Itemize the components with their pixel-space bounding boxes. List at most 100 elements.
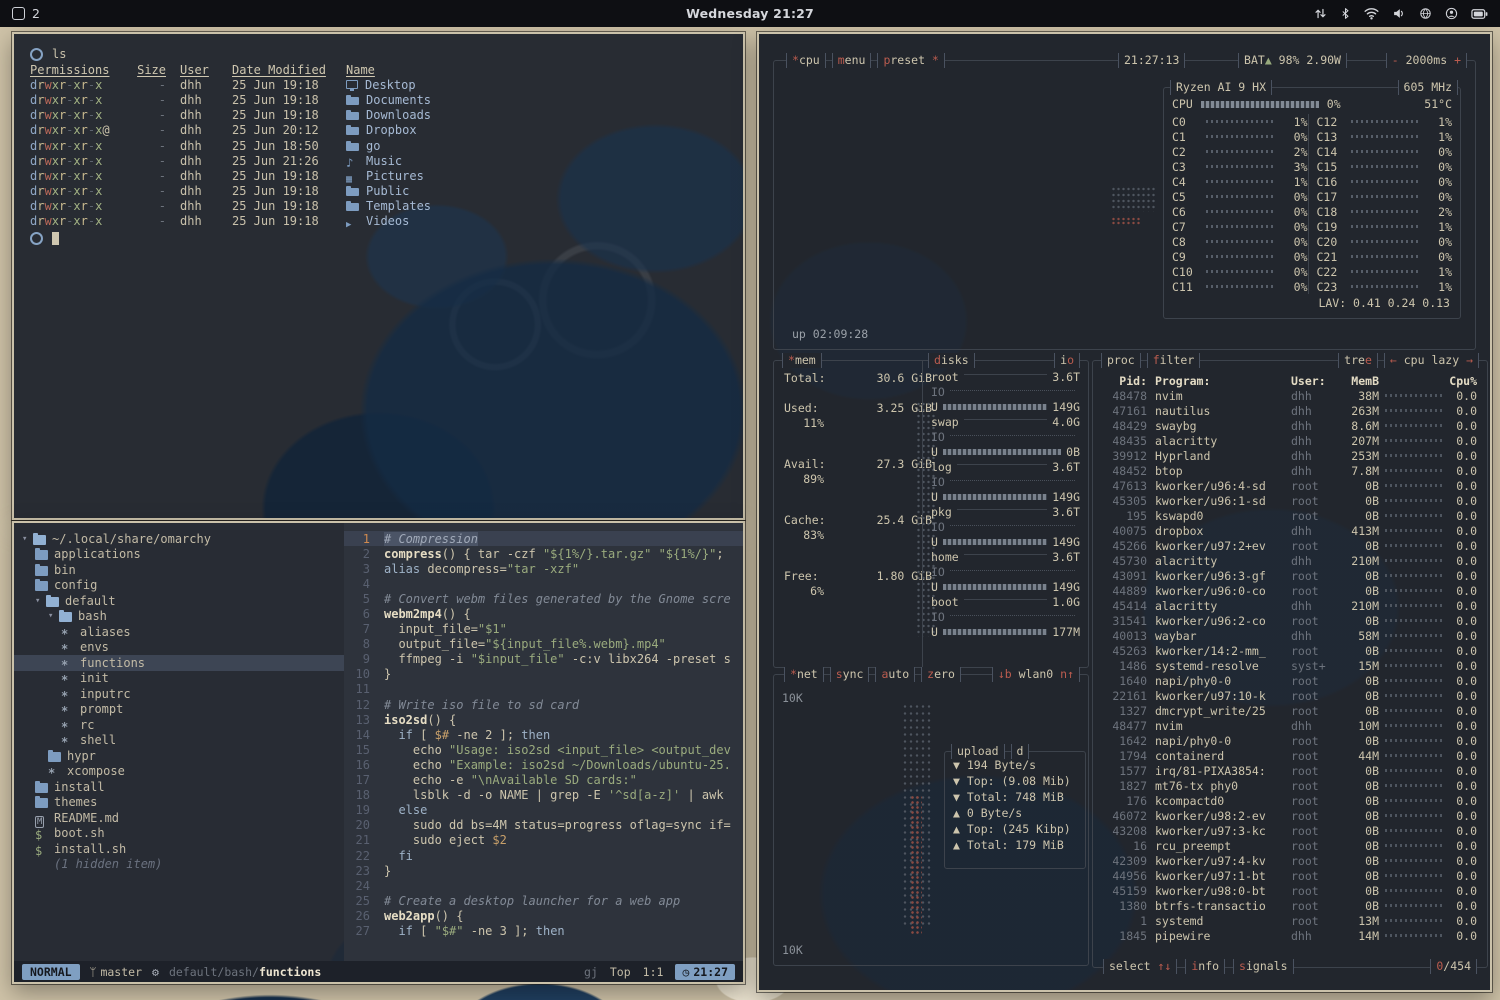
process-row[interactable]: 46072 kworker/u98:2-ev root 0B 0.0: [1093, 808, 1487, 823]
directory-link[interactable]: Public: [346, 184, 727, 198]
process-row[interactable]: 45730 alacritty dhh 210M 0.0: [1093, 553, 1487, 568]
user-icon[interactable]: [1445, 7, 1458, 20]
directory-link[interactable]: Pictures: [346, 169, 727, 183]
tab-net[interactable]: *net: [784, 667, 824, 682]
process-row[interactable]: 1486 systemd-resolve syst+ 15M 0.0: [1093, 658, 1487, 673]
process-row[interactable]: 47161 nautilus dhh 263M 0.0: [1093, 403, 1487, 418]
process-row[interactable]: 40013 waybar dhh 58M 0.0: [1093, 628, 1487, 643]
tree-item[interactable]: aliases: [14, 624, 344, 640]
terminal-window[interactable]: ls Permissions Size User Date Modified N…: [12, 32, 745, 520]
menu-button[interactable]: menu: [832, 53, 872, 68]
proc-info-button[interactable]: info: [1185, 959, 1225, 974]
process-row[interactable]: 1380 btrfs-transactio root 0B 0.0: [1093, 898, 1487, 913]
process-row[interactable]: 42309 kworker/u97:4-kv root 0B 0.0: [1093, 853, 1487, 868]
process-row[interactable]: 39912 Hyprland dhh 253M 0.0: [1093, 448, 1487, 463]
tree-item[interactable]: ~/.local/share/omarchy: [14, 531, 344, 547]
process-row[interactable]: 48452 btop dhh 7.8M 0.0: [1093, 463, 1487, 478]
directory-link[interactable]: go: [346, 139, 727, 153]
col-pid[interactable]: Pid:: [1103, 374, 1147, 388]
process-row[interactable]: 48477 nvim dhh 10M 0.0: [1093, 718, 1487, 733]
volume-icon[interactable]: [1392, 7, 1406, 20]
process-row[interactable]: 43091 kworker/u96:3-gf root 0B 0.0: [1093, 568, 1487, 583]
updates-icon[interactable]: [1314, 7, 1327, 20]
process-row[interactable]: 176 kcompactd0 root 0B 0.0: [1093, 793, 1487, 808]
tree-item[interactable]: applications: [14, 547, 344, 563]
process-row[interactable]: 31541 kworker/u96:2-co root 0B 0.0: [1093, 613, 1487, 628]
process-row[interactable]: 22161 kworker/u97:10-k root 0B 0.0: [1093, 688, 1487, 703]
directory-link[interactable]: Music: [346, 154, 727, 168]
process-row[interactable]: 48429 swaybg dhh 8.6M 0.0: [1093, 418, 1487, 433]
process-row[interactable]: 43208 kworker/u97:3-kc root 0B 0.0: [1093, 823, 1487, 838]
tree-item[interactable]: init: [14, 671, 344, 687]
tree-item[interactable]: themes: [14, 795, 344, 811]
tree-item[interactable]: install: [14, 779, 344, 795]
process-row[interactable]: 1845 pipewire dhh 14M 0.0: [1093, 928, 1487, 943]
process-row[interactable]: 1640 napi/phy0-0 root 0B 0.0: [1093, 673, 1487, 688]
process-row[interactable]: 1642 napi/phy0-0 root 0B 0.0: [1093, 733, 1487, 748]
process-row[interactable]: 47613 kworker/u96:4-sd root 0B 0.0: [1093, 478, 1487, 493]
col-user[interactable]: User:: [1291, 374, 1337, 388]
bluetooth-icon[interactable]: [1340, 7, 1351, 20]
col-program[interactable]: Program:: [1147, 374, 1291, 388]
tree-item[interactable]: (1 hidden item): [14, 857, 344, 873]
tree-item[interactable]: shell: [14, 733, 344, 749]
net-upload-tab[interactable]: upload: [951, 744, 1005, 759]
directory-link[interactable]: Dropbox: [346, 123, 727, 137]
clock[interactable]: Wednesday 21:27: [0, 6, 1500, 21]
battery-icon[interactable]: [1471, 8, 1488, 20]
process-row[interactable]: 45266 kworker/u97:2+ev root 0B 0.0: [1093, 538, 1487, 553]
tab-cpu[interactable]: *cpu: [786, 53, 826, 68]
refresh-interval-control[interactable]: - 2000ms +: [1386, 53, 1467, 68]
tree-item[interactable]: README.md: [14, 810, 344, 826]
directory-link[interactable]: Downloads: [346, 108, 727, 122]
process-row[interactable]: 40075 dropbox dhh 413M 0.0: [1093, 523, 1487, 538]
tree-item[interactable]: prompt: [14, 702, 344, 718]
proc-filter-button[interactable]: filter: [1147, 353, 1201, 368]
tab-io[interactable]: io: [1054, 353, 1080, 368]
net-auto-toggle[interactable]: auto: [875, 667, 915, 682]
process-row[interactable]: 1 systemd root 13M 0.0: [1093, 913, 1487, 928]
tree-item[interactable]: bin: [14, 562, 344, 578]
col-cpu[interactable]: Cpu%: [1449, 374, 1477, 388]
directory-link[interactable]: Videos: [346, 214, 727, 228]
net-zero-toggle[interactable]: zero: [921, 667, 961, 682]
tree-item[interactable]: default: [14, 593, 344, 609]
process-row[interactable]: 1327 dmcrypt_write/25 root 0B 0.0: [1093, 703, 1487, 718]
tab-disks[interactable]: disks: [928, 353, 975, 368]
tree-item[interactable]: bash: [14, 609, 344, 625]
process-row[interactable]: 48435 alacritty dhh 207M 0.0: [1093, 433, 1487, 448]
tab-mem[interactable]: *mem: [782, 353, 822, 368]
directory-link[interactable]: Documents: [346, 93, 727, 107]
process-row[interactable]: 44956 kworker/u97:1-bt root 0B 0.0: [1093, 868, 1487, 883]
tree-item[interactable]: functions: [14, 655, 344, 671]
proc-select-button[interactable]: select ↑↓: [1103, 959, 1177, 974]
net-download-tab[interactable]: d: [1011, 744, 1030, 759]
editor-window[interactable]: ~/.local/share/omarchy applications: [12, 521, 745, 984]
process-row[interactable]: 16 rcu_preempt root 0B 0.0: [1093, 838, 1487, 853]
process-row[interactable]: 45263 kworker/14:2-mm_ root 0B 0.0: [1093, 643, 1487, 658]
preset-button[interactable]: preset *: [877, 53, 944, 68]
tree-item[interactable]: xcompose: [14, 764, 344, 780]
tree-item[interactable]: hypr: [14, 748, 344, 764]
network-interface-selector[interactable]: ↓b wlan0 n↑: [992, 667, 1080, 682]
col-memory[interactable]: MemB: [1337, 374, 1379, 388]
system-monitor-window[interactable]: *cpu menu preset * 21:27:13 BAT▲ 98% 2.9…: [757, 32, 1492, 992]
process-row[interactable]: 1827 mt76-tx phy0 root 0B 0.0: [1093, 778, 1487, 793]
wifi-icon[interactable]: [1364, 7, 1379, 20]
process-row[interactable]: 45159 kworker/u98:0-bt root 0B 0.0: [1093, 883, 1487, 898]
directory-link[interactable]: Templates: [346, 199, 727, 213]
process-row[interactable]: 1577 irq/81-PIXA3854: root 0B 0.0: [1093, 763, 1487, 778]
tree-item[interactable]: install.sh: [14, 841, 344, 857]
process-row[interactable]: 45305 kworker/u96:1-sd root 0B 0.0: [1093, 493, 1487, 508]
process-row[interactable]: 1794 containerd root 44M 0.0: [1093, 748, 1487, 763]
tree-item[interactable]: boot.sh: [14, 826, 344, 842]
tree-item[interactable]: config: [14, 578, 344, 594]
process-row[interactable]: 195 kswapd0 root 0B 0.0: [1093, 508, 1487, 523]
directory-link[interactable]: Desktop: [346, 78, 727, 92]
tree-item[interactable]: rc: [14, 717, 344, 733]
tree-item[interactable]: inputrc: [14, 686, 344, 702]
code-buffer[interactable]: 1 # Compression 2 compress() { tar -czf …: [344, 523, 743, 961]
process-row[interactable]: 45414 alacritty dhh 210M 0.0: [1093, 598, 1487, 613]
net-sync-toggle[interactable]: sync: [830, 667, 870, 682]
process-row[interactable]: 44889 kworker/u96:0-co root 0B 0.0: [1093, 583, 1487, 598]
